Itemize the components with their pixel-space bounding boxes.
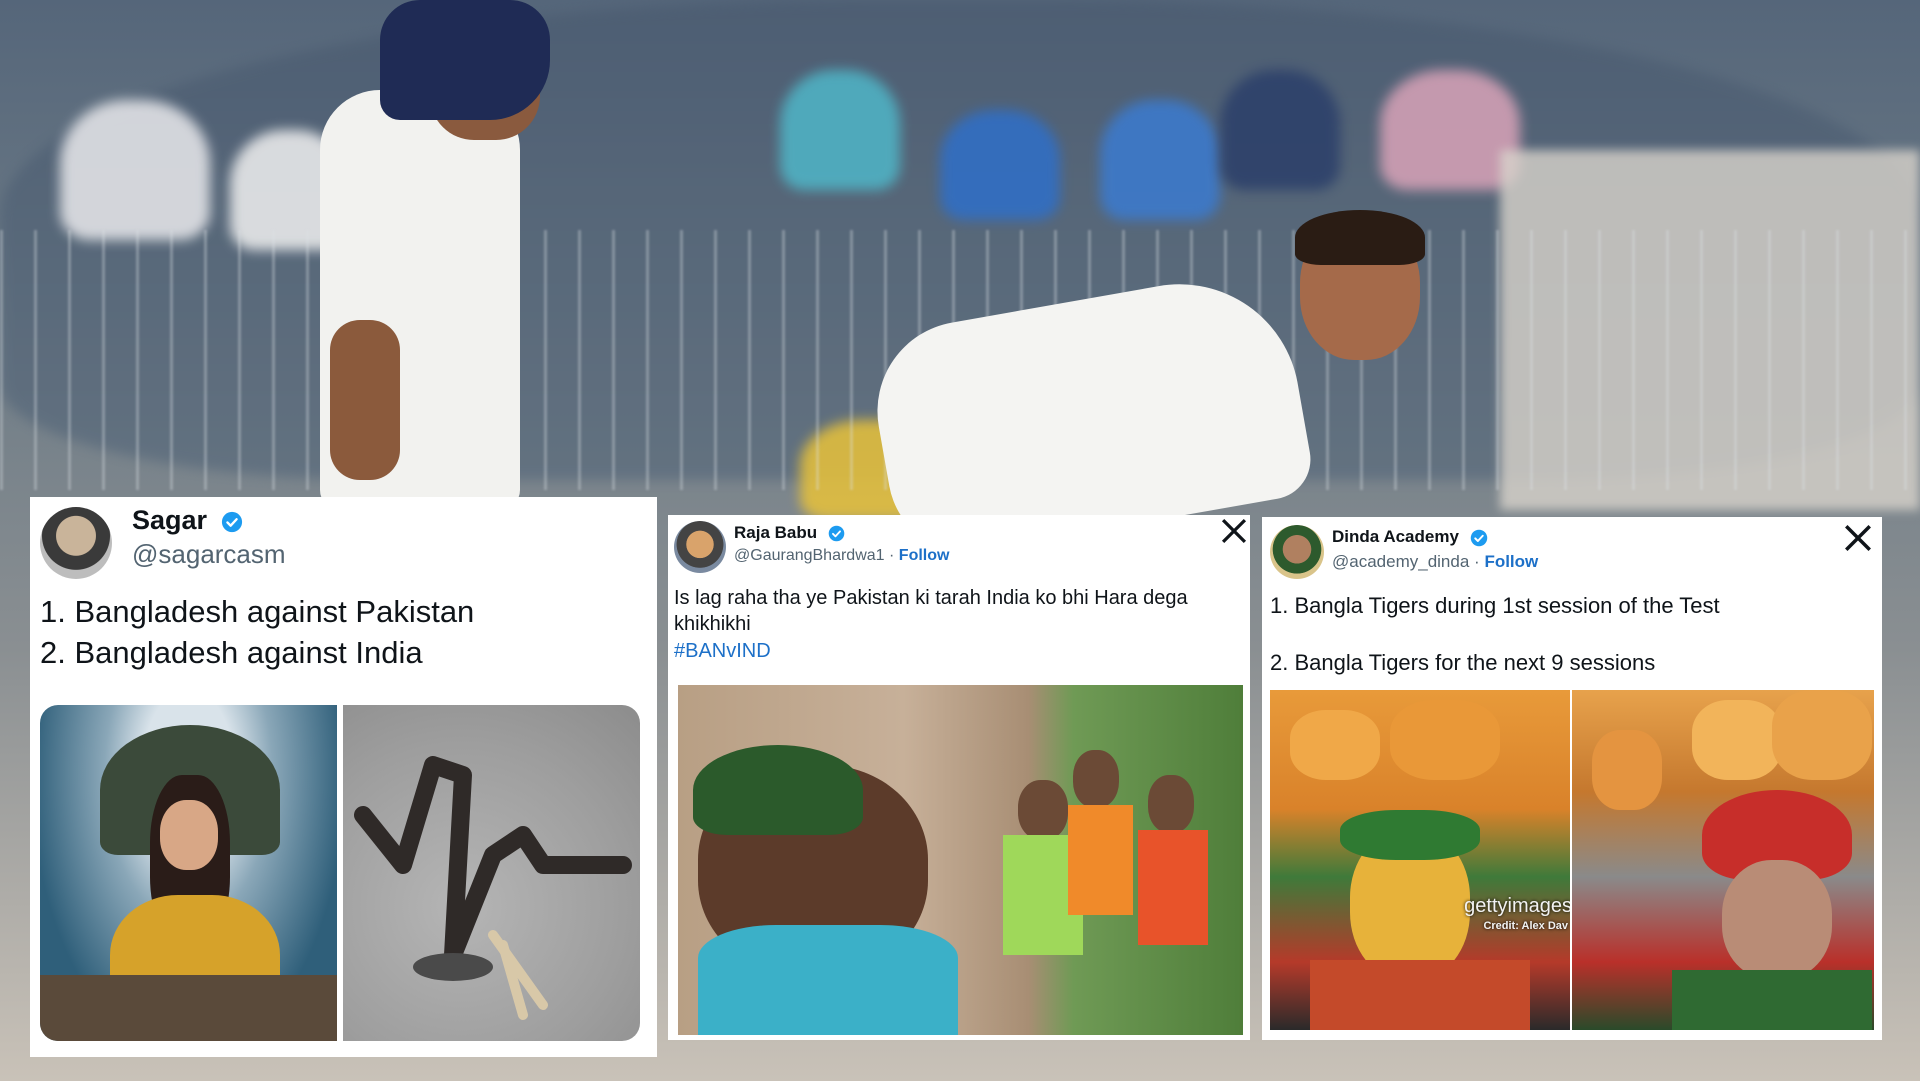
tweet-image[interactable] [678, 685, 1243, 1035]
photo-credit: Credit: Alex Dav [1483, 920, 1568, 932]
tweet-image[interactable] [1572, 690, 1874, 1030]
avatar[interactable] [1270, 525, 1324, 579]
follow-button[interactable]: Follow [899, 547, 950, 564]
tweet-card-raja-babu: Raja Babu @GaurangBhardwa1 · Follow Is l… [668, 515, 1250, 1040]
watermark: gettyimages [1464, 895, 1570, 917]
tweet-text-line: 2. Bangladesh against India [40, 635, 423, 670]
author-name[interactable]: Sagar [132, 505, 243, 536]
tweet-text-line: 1. Bangla Tigers during 1st session of t… [1270, 593, 1720, 618]
verified-badge-icon [828, 525, 845, 542]
author-handle[interactable]: @sagarcasm [132, 539, 286, 570]
separator: · [889, 547, 895, 564]
author-name[interactable]: Dinda Academy [1332, 527, 1488, 547]
avatar[interactable] [40, 507, 112, 579]
x-logo-icon[interactable] [1221, 518, 1247, 544]
author-handle-row: @academy_dinda · Follow [1332, 552, 1538, 572]
separator: · [1474, 552, 1480, 571]
tweet-image[interactable] [343, 705, 640, 1041]
follow-button[interactable]: Follow [1484, 552, 1538, 571]
tweet-text-line: Is lag raha tha ye Pakistan ki tarah Ind… [674, 587, 1188, 609]
tweet-card-dinda-academy: Dinda Academy @academy_dinda · Follow 1.… [1262, 517, 1882, 1040]
helmet [380, 0, 550, 120]
tweet-text-line: 1. Bangladesh against Pakistan [40, 594, 475, 629]
author-handle[interactable]: @GaurangBhardwa1 [734, 547, 885, 564]
tweet-image[interactable] [40, 705, 337, 1041]
author-name[interactable]: Raja Babu [734, 523, 845, 543]
avatar[interactable] [674, 521, 726, 573]
tweet-image[interactable]: gettyimages Credit: Alex Dav [1270, 690, 1570, 1030]
x-logo-icon[interactable] [1844, 524, 1872, 552]
verified-badge-icon [221, 511, 242, 532]
tweet-text-line: khikhikhi [674, 613, 751, 635]
verified-badge-icon [1470, 529, 1487, 546]
burnt-coil-image [354, 756, 632, 1020]
author-handle-row: @GaurangBhardwa1 · Follow [734, 547, 949, 565]
hashtag-link[interactable]: #BANvIND [674, 640, 771, 663]
author-handle[interactable]: @academy_dinda [1332, 552, 1469, 571]
tweet-text-line: 2. Bangla Tigers for the next 9 sessions [1270, 650, 1656, 675]
tweet-card-sagar: Sagar @sagarcasm 1. Bangladesh against P… [30, 497, 657, 1057]
